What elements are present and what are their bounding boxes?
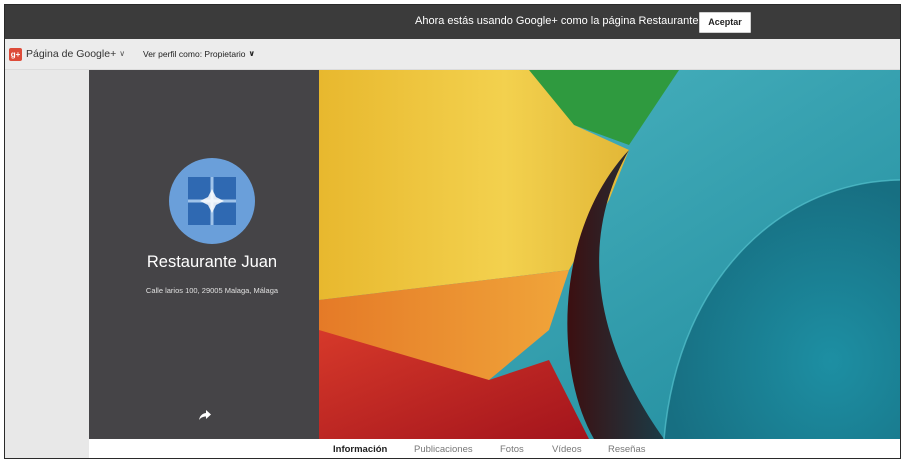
restaurant-logo-icon [188, 177, 236, 225]
chevron-down-icon: ∨ [119, 49, 126, 58]
page-tabs: Información Publicaciones Fotos Vídeos R… [89, 439, 900, 458]
page-title: Restaurante Juan [146, 253, 278, 271]
tab-fotos[interactable]: Fotos [500, 444, 524, 455]
tab-videos[interactable]: Vídeos [552, 444, 582, 455]
identity-notice-bar: Ahora estás usando Google+ como la págin… [5, 5, 900, 39]
page-toolbar: g+ Página de Google+ ∨ Ver perfil como: P… [5, 39, 900, 70]
browser-frame: Ahora estás usando Google+ como la págin… [4, 4, 901, 459]
page-address: Calle larios 100, 29005 Malaga, Málaga [145, 286, 279, 295]
left-gutter [5, 70, 89, 458]
tab-informacion[interactable]: Información [333, 444, 387, 455]
chevron-down-icon: ∨ [248, 49, 256, 58]
page-switcher-label: Página de Google+ [26, 48, 117, 60]
avatar[interactable] [169, 158, 255, 244]
tab-publicaciones[interactable]: Publicaciones [414, 444, 473, 455]
share-arrow-icon[interactable] [199, 407, 211, 420]
accept-button[interactable]: Aceptar [699, 12, 751, 33]
view-as-dropdown[interactable]: Ver perfil como: Propietario ∨ [143, 49, 255, 59]
google-plus-icon: g+ [9, 48, 22, 61]
tab-resenas[interactable]: Reseñas [608, 444, 646, 455]
left-gutter-bottom [5, 452, 101, 458]
profile-panel: Restaurante Juan Calle larios 100, 29005… [89, 70, 319, 439]
page-switcher-dropdown[interactable]: Página de Google+ ∨ [26, 48, 125, 60]
identity-notice-text: Ahora estás usando Google+ como la págin… [415, 15, 729, 27]
view-as-label: Ver perfil como: Propietario [143, 49, 246, 59]
cover-photo[interactable] [319, 70, 900, 439]
